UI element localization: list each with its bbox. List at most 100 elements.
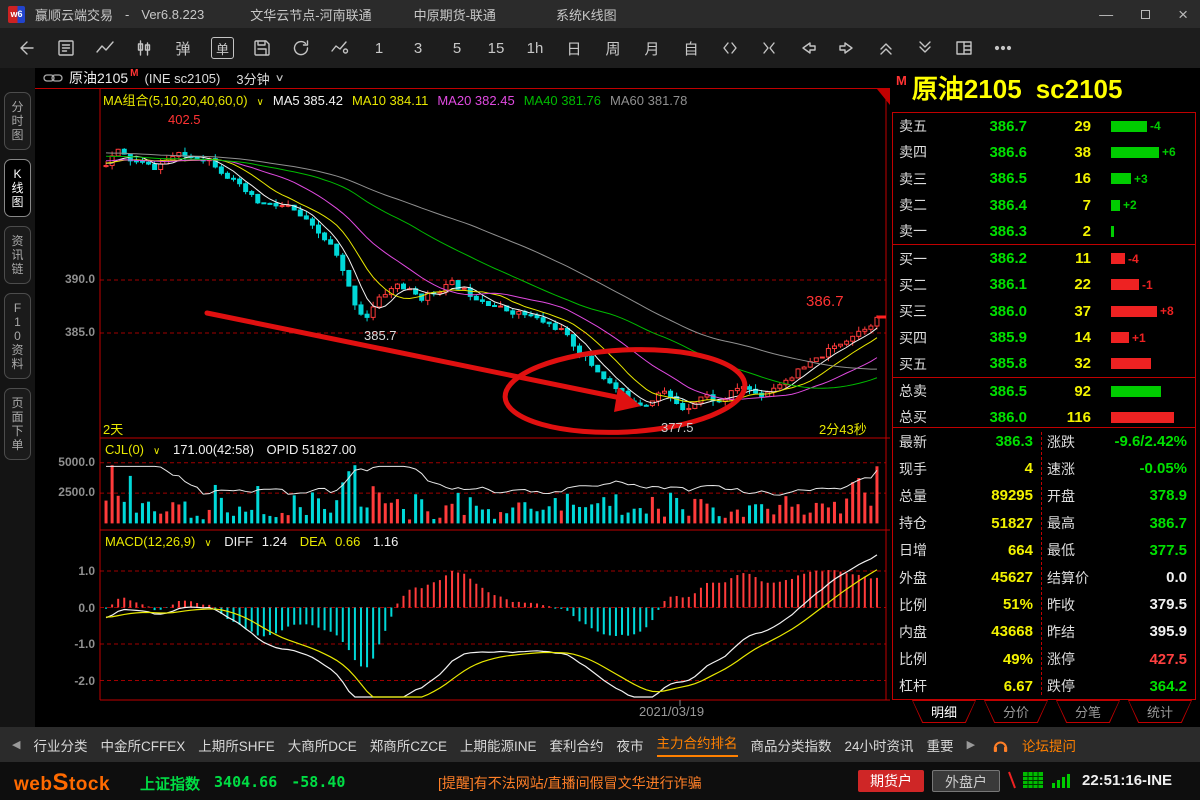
- app-version: Ver6.8.223: [141, 7, 204, 22]
- quote-row-卖四[interactable]: 卖四386.638+6: [893, 139, 1195, 165]
- futures-account-button[interactable]: 期货户: [858, 770, 924, 792]
- depth-delta: +1: [1132, 331, 1146, 345]
- stat-row: 日增664最低377.5: [893, 537, 1195, 564]
- quote-row-总买[interactable]: 总买386.0116: [893, 404, 1195, 430]
- macd-axis-label: -1.0: [35, 637, 95, 651]
- sidebar-tab-分时图[interactable]: 分时图: [4, 92, 31, 150]
- macd-indicator-name[interactable]: MACD(12,26,9): [105, 534, 195, 549]
- nav-item-商品分类指数[interactable]: 商品分类指数: [751, 735, 832, 755]
- macd-axis-label: 1.0: [35, 564, 95, 578]
- nav-item-夜市[interactable]: 夜市: [617, 735, 644, 755]
- external-account-button[interactable]: 外盘户: [932, 770, 1000, 792]
- quote-row-卖一[interactable]: 卖一386.32: [893, 218, 1195, 244]
- quote-row-买二[interactable]: 买二386.122-1: [893, 272, 1195, 298]
- quote-row-卖五[interactable]: 卖五386.729-4: [893, 113, 1195, 139]
- nav-item-行业分类[interactable]: 行业分类: [33, 735, 87, 755]
- macd-axis-label: -2.0: [35, 674, 95, 688]
- nav-item-郑商所CZCE[interactable]: 郑商所CZCE: [370, 735, 447, 755]
- quote-tab-分笔[interactable]: 分笔: [1056, 700, 1120, 723]
- period-button-月[interactable]: 月: [641, 35, 663, 61]
- period-button-3[interactable]: 3: [407, 35, 429, 61]
- sidebar-tab-页面下单[interactable]: 页面下单: [4, 388, 31, 460]
- zoom-out-icon[interactable]: [719, 35, 741, 61]
- stat-value: -0.05%: [1139, 460, 1187, 477]
- nav-item-上期能源INE[interactable]: 上期能源INE: [460, 735, 537, 755]
- contract-name[interactable]: 原油2105: [69, 68, 128, 88]
- refresh-icon[interactable]: [290, 35, 312, 61]
- ma-settings[interactable]: MA组合(5,10,20,40,60,0): [103, 93, 248, 108]
- period-button-15[interactable]: 15: [485, 35, 507, 61]
- nav-scroll-right-icon[interactable]: ▶: [967, 738, 975, 751]
- maximize-button[interactable]: [1141, 10, 1150, 19]
- quote-tab-分价[interactable]: 分价: [984, 700, 1048, 723]
- depth-delta: +2: [1123, 198, 1137, 212]
- bid-levels: 买一386.211-4买二386.122-1买三386.037+8买四385.9…: [893, 244, 1195, 376]
- indicator-style-icon[interactable]: [329, 35, 351, 61]
- quote-tab-统计[interactable]: 统计: [1128, 700, 1192, 723]
- quote-list-icon[interactable]: [55, 35, 77, 61]
- quote-row-买五[interactable]: 买五385.832: [893, 351, 1195, 377]
- close-button[interactable]: ×: [1178, 6, 1188, 23]
- nav-scroll-left-icon[interactable]: ◀: [12, 738, 20, 751]
- candlestick-icon[interactable]: [133, 35, 155, 61]
- more-icon[interactable]: [992, 35, 1014, 61]
- lightning-order-icon[interactable]: 弹: [172, 35, 194, 61]
- stat-value: 664: [1008, 542, 1033, 559]
- quote-tab-明细[interactable]: 明细: [912, 700, 976, 723]
- depth-bar: [1111, 358, 1151, 369]
- nav-item-大商所DCE[interactable]: 大商所DCE: [288, 735, 357, 755]
- sidebar-tab-资讯链[interactable]: 资讯链: [4, 226, 31, 284]
- quote-row-买一[interactable]: 买一386.211-4: [893, 245, 1195, 271]
- kline-chart-area[interactable]: MA组合(5,10,20,40,60,0)∨MA5 385.42MA10 384…: [35, 88, 890, 727]
- zoom-in-icon[interactable]: [758, 35, 780, 61]
- chevron-down-icon[interactable]: ∨: [204, 538, 211, 549]
- quote-row-买四[interactable]: 买四385.914+1: [893, 324, 1195, 350]
- stat-row: 最新386.3涨跌-9.6/2.42%: [893, 428, 1195, 455]
- quote-row-买三[interactable]: 买三386.037+8: [893, 298, 1195, 324]
- nav-item-主力合约排名[interactable]: 主力合约排名: [657, 732, 738, 757]
- quote-row-卖二[interactable]: 卖二386.47+2: [893, 192, 1195, 218]
- chevron-down-icon[interactable]: ∨: [153, 446, 160, 457]
- line-chart-icon[interactable]: [94, 35, 116, 61]
- nav-item-中金所CFFEX[interactable]: 中金所CFFEX: [100, 735, 185, 755]
- quote-contract-code: sc2105: [1036, 72, 1123, 106]
- stat-label: 涨跌: [1047, 432, 1075, 452]
- sidebar-tab-K线图[interactable]: K线图: [4, 159, 31, 217]
- nav-item-重要[interactable]: 重要: [927, 735, 954, 755]
- nav-item-24小时资讯[interactable]: 24小时资讯: [845, 735, 914, 755]
- quote-row-卖三[interactable]: 卖三386.516+3: [893, 166, 1195, 192]
- back-arrow-icon[interactable]: [16, 35, 38, 61]
- chevron-down-icon[interactable]: ∨: [257, 97, 264, 108]
- nav-item-上期所SHFE[interactable]: 上期所SHFE: [198, 735, 275, 755]
- period-button-周[interactable]: 周: [602, 35, 624, 61]
- quote-panel-title: M 原油2105 sc2105: [890, 68, 1200, 112]
- order-panel-icon[interactable]: 单: [211, 37, 234, 59]
- stat-value: 364.2: [1149, 678, 1187, 695]
- stat-value: 51827: [991, 515, 1033, 532]
- save-icon[interactable]: [251, 35, 273, 61]
- quote-row-label: 买五: [899, 354, 947, 374]
- minimize-button[interactable]: —: [1099, 7, 1113, 21]
- period-button-5[interactable]: 5: [446, 35, 468, 61]
- title-separator: -: [125, 7, 129, 22]
- layout-icon[interactable]: [953, 35, 975, 61]
- period-button-1h[interactable]: 1h: [524, 35, 546, 61]
- chevron-up-icon[interactable]: [875, 35, 897, 61]
- sidebar-tab-F10资料[interactable]: F10资料: [4, 293, 31, 379]
- cjl-indicator-name[interactable]: CJL(0): [105, 442, 144, 457]
- period-button-1[interactable]: 1: [368, 35, 390, 61]
- depth-delta: +3: [1134, 172, 1148, 186]
- kline-chart-canvas[interactable]: [35, 88, 890, 727]
- depth-bar: [1111, 306, 1157, 317]
- pan-left-icon[interactable]: [797, 35, 819, 61]
- quote-row-总卖[interactable]: 总卖386.592: [893, 378, 1195, 404]
- period-button-日[interactable]: 日: [563, 35, 585, 61]
- market-grid-icon[interactable]: [1022, 771, 1044, 789]
- period-button-自[interactable]: 自: [680, 35, 702, 61]
- pan-right-icon[interactable]: [836, 35, 858, 61]
- forum-link[interactable]: 论坛提问: [1022, 735, 1076, 755]
- chevron-down-icon[interactable]: ∨: [274, 73, 284, 84]
- nav-item-套利合约[interactable]: 套利合约: [550, 735, 604, 755]
- chevron-double-down-icon[interactable]: [914, 35, 936, 61]
- period-selector[interactable]: 3分钟: [236, 69, 269, 88]
